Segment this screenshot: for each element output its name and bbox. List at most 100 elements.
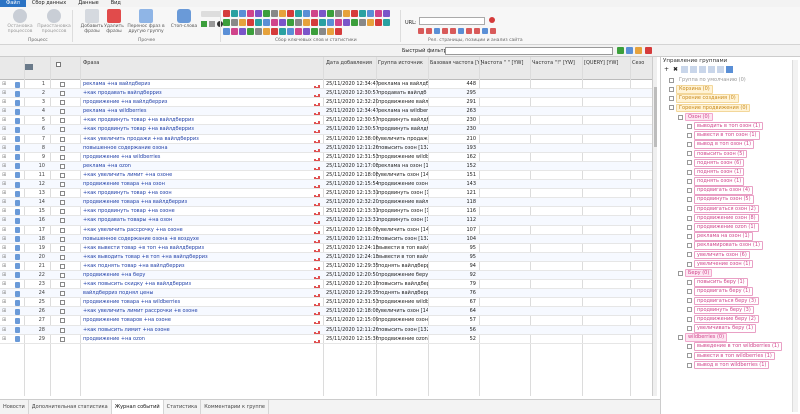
collect-tool-icon[interactable] <box>247 10 254 17</box>
row-checkbox[interactable] <box>60 327 65 333</box>
collect-tool-icon[interactable] <box>335 10 342 17</box>
phrase-cell[interactable]: +как выводить товар +в топ +на вайлдберр… <box>83 253 305 262</box>
tree-node[interactable]: Озон (0) <box>661 112 800 122</box>
row-checkbox[interactable] <box>60 218 65 224</box>
tree-checkbox[interactable] <box>687 215 692 221</box>
add-group-icon[interactable]: + <box>663 66 670 73</box>
collect-tool-icon[interactable] <box>319 28 326 35</box>
row-checkbox[interactable] <box>60 172 65 178</box>
collect-tool-icon[interactable] <box>319 10 326 17</box>
tree-checkbox[interactable] <box>678 270 683 276</box>
collect-tool-icon[interactable] <box>263 10 270 17</box>
url-input[interactable] <box>419 17 485 25</box>
tree-node[interactable]: продвигать озон (4) <box>661 186 800 195</box>
collect-tool-icon[interactable] <box>335 28 342 35</box>
stop-words-button[interactable]: Стоп-слова <box>166 9 202 29</box>
phrase-cell[interactable]: продвижение +на беру <box>83 271 305 280</box>
collect-tool-icon[interactable] <box>351 10 358 17</box>
table-row[interactable]: ⊞ 1 реклама +на вайлдбериз 25/11/2020 12:34… <box>0 80 652 90</box>
expand-icon[interactable]: ⊞ <box>2 153 6 162</box>
expand-icon[interactable]: ⊞ <box>2 316 6 325</box>
row-checkbox[interactable] <box>60 291 65 297</box>
table-scrollbar[interactable] <box>652 57 657 396</box>
stop-processes-button[interactable]: Остановка процессов <box>2 9 38 34</box>
collect-tool-icon[interactable] <box>255 10 262 17</box>
row-checkbox[interactable] <box>60 100 65 106</box>
menu-item[interactable]: Данные <box>72 0 105 7</box>
sort-desc-icon[interactable] <box>690 66 697 73</box>
check-icon[interactable] <box>201 21 207 27</box>
table-row[interactable]: ⊞ 25 продвижение товара +на wildberries 25/… <box>0 298 652 308</box>
phrase-cell[interactable]: +как продвинуть товар +на озон <box>83 189 305 198</box>
tree-checkbox[interactable] <box>687 261 692 267</box>
tree-checkbox[interactable] <box>687 353 692 359</box>
tree-checkbox[interactable] <box>687 169 692 175</box>
phrase-cell[interactable]: повышенное содержание озона +в воздухе <box>83 235 305 244</box>
phrase-cell[interactable]: реклама +на wildberries <box>83 107 305 116</box>
tree-checkbox[interactable] <box>669 105 674 111</box>
table-row[interactable]: ⊞ 2 +как продавать вайлдберриз 25/11/2020 1… <box>0 89 652 99</box>
tree-checkbox[interactable] <box>687 307 692 313</box>
table-row[interactable]: ⊞ 20 +как выводить товар +в топ +на вайлдб… <box>0 252 652 262</box>
row-checkbox[interactable] <box>60 109 65 115</box>
expand-icon[interactable]: ⊞ <box>2 280 6 289</box>
expand-icon[interactable]: ⊞ <box>2 144 6 153</box>
site-tool-icon[interactable] <box>490 28 496 34</box>
row-checkbox[interactable] <box>60 191 65 197</box>
expand-icon[interactable]: ⊞ <box>2 107 6 116</box>
row-checkbox[interactable] <box>60 82 65 87</box>
panel-scrollbar[interactable] <box>792 60 798 412</box>
toggle-switch[interactable] <box>201 11 221 17</box>
tree-checkbox[interactable] <box>687 142 692 148</box>
site-tool-icon[interactable] <box>482 28 488 34</box>
tree-node[interactable]: продвигаться озон (2) <box>661 204 800 214</box>
col-base-freq[interactable]: Базовая частота [Y] <box>430 60 482 66</box>
tree-node[interactable]: выводить в топ озон (1) <box>661 121 800 131</box>
collect-tool-icon[interactable] <box>311 19 318 26</box>
expand-icon[interactable]: ⊞ <box>2 198 6 207</box>
tree-node[interactable]: поднять озон (1) <box>661 167 800 177</box>
collect-tool-icon[interactable] <box>247 28 254 35</box>
tree-checkbox[interactable] <box>687 252 692 258</box>
tree-node[interactable]: повысить беру (1) <box>661 278 800 287</box>
phrase-cell[interactable]: вайлдберриз поднял цены <box>83 289 305 298</box>
collect-tool-icon[interactable] <box>239 28 246 35</box>
tree-checkbox[interactable] <box>687 178 692 184</box>
delete-group-icon[interactable]: ✖ <box>672 66 679 73</box>
collect-tool-icon[interactable] <box>295 28 302 35</box>
filter-options-icon[interactable] <box>635 47 642 54</box>
tree-checkbox[interactable] <box>687 151 692 157</box>
tree-node[interactable]: повысить озон (5) <box>661 149 800 159</box>
collect-tool-icon[interactable] <box>271 19 278 26</box>
row-checkbox[interactable] <box>60 309 65 315</box>
sort-alpha-icon[interactable] <box>708 66 715 73</box>
row-checkbox[interactable] <box>60 254 65 260</box>
table-row[interactable]: ⊞ 10 реклама +на ozon 25/11/2020 12:17:08 ре… <box>0 161 652 171</box>
clear-filter-icon[interactable] <box>645 47 652 54</box>
collect-tool-icon[interactable] <box>343 19 350 26</box>
collect-tool-icon[interactable] <box>303 10 310 17</box>
collect-tool-icon[interactable] <box>295 10 302 17</box>
col-freq-quoted[interactable]: Частота " " [YW] <box>481 60 523 66</box>
tree-node[interactable]: продвижение беру (2) <box>661 314 800 324</box>
collect-tool-icon[interactable] <box>351 19 358 26</box>
expand-icon[interactable]: ⊞ <box>2 207 6 216</box>
expand-icon[interactable]: ⊞ <box>2 262 6 271</box>
table-row[interactable]: ⊞ 15 +как продвинуть товар +на озоне 25/11/… <box>0 207 652 217</box>
row-checkbox[interactable] <box>60 118 65 124</box>
table-row[interactable]: ⊞ 11 +как увеличить лимит +на озоне 25/11/2… <box>0 171 652 181</box>
filter-settings-icon[interactable] <box>626 47 633 54</box>
collect-tool-icon[interactable] <box>375 19 382 26</box>
table-row[interactable]: ⊞ 29 продвижение +на ozon 25/11/2020 12:15:… <box>0 335 652 344</box>
collect-tool-icon[interactable] <box>287 19 294 26</box>
row-checkbox[interactable] <box>60 227 65 233</box>
scroll-thumb[interactable] <box>654 87 657 147</box>
phrase-cell[interactable]: +как увеличить лимит +на озоне <box>83 171 305 180</box>
tree-checkbox[interactable] <box>687 160 692 166</box>
expand-icon[interactable]: ⊞ <box>2 253 6 262</box>
row-checkbox[interactable] <box>60 145 65 151</box>
expand-icon[interactable]: ⊞ <box>2 289 6 298</box>
collect-tool-icon[interactable] <box>223 28 230 35</box>
phrase-cell[interactable]: продвижение товара +на озон <box>83 180 305 189</box>
phrase-cell[interactable]: +как продвинуть товар +на озоне <box>83 207 305 216</box>
